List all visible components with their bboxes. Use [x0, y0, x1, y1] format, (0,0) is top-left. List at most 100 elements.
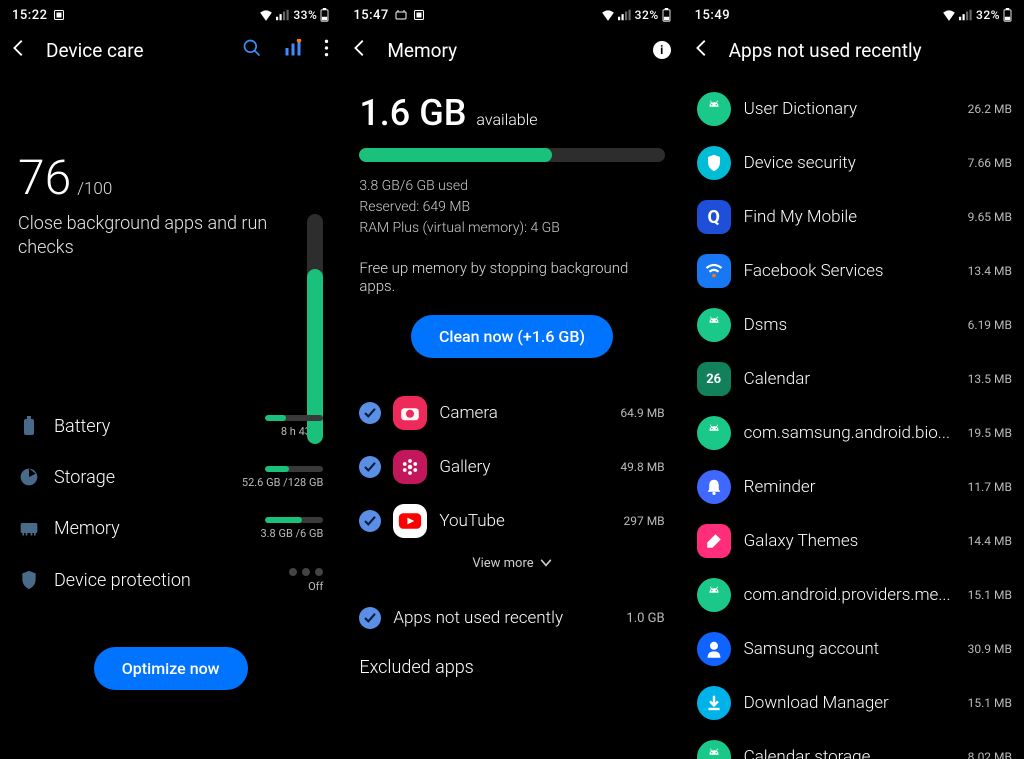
clean-now-button[interactable]: Clean now (+1.6 GB) [411, 315, 613, 358]
excluded-apps-row[interactable]: Excluded apps [359, 657, 664, 678]
battery-icon [18, 415, 40, 437]
back-button[interactable] [8, 37, 30, 63]
apps-not-used-label: Apps not used recently [393, 608, 614, 628]
app-icon [697, 92, 731, 126]
category-memory[interactable]: Memory 3.8 GB /6 GB [18, 503, 323, 554]
status-time: 15:47 [353, 8, 388, 23]
checkbox-checked-icon[interactable] [359, 402, 381, 424]
app-size-label: 15.1 MB [968, 588, 1012, 602]
memory-available-label: available [476, 110, 537, 129]
back-button[interactable] [691, 37, 713, 63]
signal-icon [959, 9, 973, 21]
apps-not-used-row[interactable]: Apps not used recently 1.0 GB [359, 589, 664, 637]
view-more-label: View more [472, 556, 533, 571]
optimize-now-button[interactable]: Optimize now [94, 647, 248, 690]
app-name-label: Facebook Services [744, 261, 955, 281]
app-icon [697, 632, 731, 666]
app-size-label: 15.1 MB [968, 696, 1012, 710]
apps-not-used-value: 1.0 GB [626, 611, 664, 626]
status-battery-pct: 32% [635, 8, 659, 22]
list-item[interactable]: Samsung account 30.9 MB [697, 622, 1012, 676]
signal-icon [618, 9, 632, 21]
app-size-label: 13.5 MB [968, 372, 1012, 386]
app-name-label: Gallery [439, 457, 608, 477]
memory-ramplus-line: RAM Plus (virtual memory): 4 GB [359, 218, 664, 239]
app-name-label: User Dictionary [744, 99, 955, 119]
app-size-label: 14.4 MB [968, 534, 1012, 548]
view-more-button[interactable]: View more [359, 556, 664, 571]
battery-icon [320, 8, 329, 22]
app-row[interactable]: YouTube 297 MB [359, 494, 664, 548]
chart-icon[interactable] [284, 39, 302, 61]
list-item[interactable]: Dsms6.19 MB [697, 298, 1012, 352]
memory-icon [18, 517, 40, 539]
app-icon [697, 470, 731, 504]
status-bar: 15:22 33% [0, 0, 341, 26]
status-time: 15:22 [12, 8, 47, 23]
more-icon[interactable] [324, 38, 329, 62]
gallery-app-icon [393, 450, 427, 484]
list-item[interactable]: Reminder11.7 MB [697, 460, 1012, 514]
app-icon [697, 416, 731, 450]
status-battery-pct: 33% [293, 8, 317, 22]
wifi-icon [601, 9, 615, 21]
list-item[interactable]: Calendar storage 8.02 MB [697, 730, 1012, 759]
app-bar: Apps not used recently [683, 26, 1024, 74]
app-icon: Q [697, 200, 731, 234]
wifi-icon [942, 9, 956, 21]
app-icon [697, 740, 731, 759]
list-item[interactable]: Q Find My Mobile 9.65 MB [697, 190, 1012, 244]
memory-reserved-line: Reserved: 649 MB [359, 197, 664, 218]
protection-dots [289, 568, 323, 576]
category-label: Battery [54, 416, 251, 437]
unused-apps-list: User Dictionary26.2 MBDevice security7.6… [697, 82, 1012, 759]
app-name-label: Calendar storage [744, 747, 955, 759]
status-time: 15:49 [695, 8, 730, 23]
app-name-label: com.android.providers.me... [744, 585, 955, 605]
app-size-label: 49.8 MB [620, 460, 664, 474]
memory-usage-bar [359, 148, 664, 162]
category-value: 52.6 GB /128 GB [242, 476, 323, 489]
search-icon[interactable] [242, 38, 262, 62]
app-name-label: Find My Mobile [744, 207, 955, 227]
checkbox-checked-icon[interactable] [359, 510, 381, 532]
category-value: Off [308, 580, 323, 593]
chevron-down-icon [540, 556, 552, 571]
list-item[interactable]: com.samsung.android.bio...19.5 MB [697, 406, 1012, 460]
score-denominator: /100 [77, 179, 112, 199]
notification-icon [53, 9, 65, 21]
back-button[interactable] [349, 37, 371, 63]
app-size-label: 7.66 MB [968, 156, 1012, 170]
checkbox-checked-icon[interactable] [359, 456, 381, 478]
list-item[interactable]: Galaxy Themes14.4 MB [697, 514, 1012, 568]
memory-screen: 15:47 32% Memory i 1.6 GB available 3.8 … [341, 0, 682, 759]
app-name-label: Samsung account [744, 639, 955, 659]
app-icon [697, 578, 731, 612]
app-icon [697, 254, 731, 288]
app-size-label: 30.9 MB [968, 642, 1012, 656]
list-item[interactable]: Device security7.66 MB [697, 136, 1012, 190]
score-description: Close background apps and run checks [18, 212, 278, 261]
category-storage[interactable]: Storage 52.6 GB /128 GB [18, 452, 323, 503]
status-bar: 15:47 32% [341, 0, 682, 26]
device-care-screen: 15:22 33% Device care 76 [0, 0, 341, 759]
category-list: Battery 8 h 43 m Storage 52.6 GB /128 GB… [18, 401, 323, 607]
category-label: Memory [54, 518, 246, 539]
category-protection[interactable]: Device protection Off [18, 554, 323, 607]
app-row[interactable]: Gallery 49.8 MB [359, 440, 664, 494]
app-row[interactable]: Camera 64.9 MB [359, 386, 664, 440]
app-size-label: 9.65 MB [968, 210, 1012, 224]
list-item[interactable]: User Dictionary26.2 MB [697, 82, 1012, 136]
list-item[interactable]: Facebook Services13.4 MB [697, 244, 1012, 298]
info-icon[interactable]: i [653, 41, 671, 59]
category-battery[interactable]: Battery 8 h 43 m [18, 401, 323, 452]
battery-icon [1003, 8, 1012, 22]
checkbox-checked-icon[interactable] [359, 607, 381, 629]
app-size-label: 8.02 MB [968, 750, 1012, 759]
list-item[interactable]: com.android.providers.me... 15.1 MB [697, 568, 1012, 622]
list-item[interactable]: Download Manager15.1 MB [697, 676, 1012, 730]
app-bar: Memory i [341, 26, 682, 74]
list-item[interactable]: 26Calendar13.5 MB [697, 352, 1012, 406]
score-gauge [307, 214, 323, 444]
shield-icon [18, 569, 40, 591]
